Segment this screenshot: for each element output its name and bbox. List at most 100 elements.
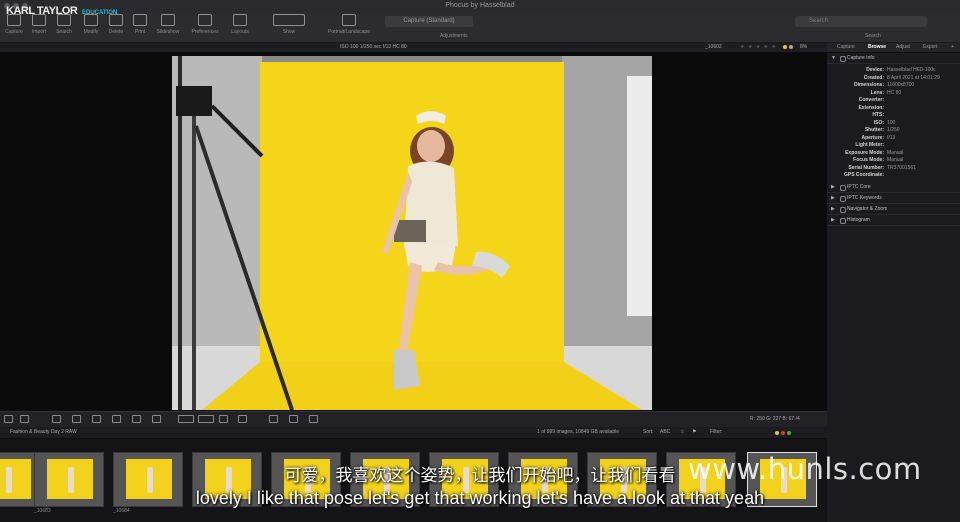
tab-adjust[interactable]: Adjust — [896, 43, 910, 52]
slideshow-icon — [161, 14, 175, 26]
tab-capture[interactable]: Capture — [837, 43, 855, 52]
histogram-header[interactable]: ▶ Histogram — [827, 215, 960, 226]
flag-icon[interactable] — [309, 415, 318, 423]
add-tab-icon[interactable]: + — [951, 43, 954, 52]
disclosure-open-icon[interactable]: ▼ — [831, 53, 836, 63]
capture-info-key: Converter: — [858, 97, 884, 103]
iptc-core-header[interactable]: ▶ IPTC Core — [827, 182, 960, 193]
image-filename: _10602 — [705, 44, 722, 50]
capture-info-row: GPS Coordinate: — [827, 172, 960, 179]
tab-browse[interactable]: Browse — [868, 43, 886, 52]
capture-info-key: Exposure Mode: — [845, 149, 884, 156]
straighten-icon[interactable] — [72, 415, 81, 423]
slideshow-button[interactable]: Slideshow — [154, 14, 182, 35]
capture-info-header[interactable]: ▼ Capture Info — [827, 53, 960, 64]
portrait-landscape-button[interactable]: Portrait/Landscape — [322, 14, 376, 35]
import-button[interactable]: Import — [25, 14, 53, 35]
capture-info-value: HC 80 — [887, 89, 902, 96]
next-image-icon[interactable] — [289, 415, 298, 423]
sort-dropdown[interactable]: ABC — [660, 427, 670, 438]
capture-button[interactable]: Capture — [0, 14, 28, 35]
loupe-icon[interactable] — [112, 415, 121, 423]
capture-info-row: Converter: — [827, 97, 960, 104]
capture-info-row: Device: Hasselblad H6D-100c — [827, 67, 960, 74]
compare-view-icon[interactable] — [238, 415, 247, 423]
hand-icon[interactable] — [132, 415, 141, 423]
browser-bar: Fashion & Beauty Day 2 RAW 1 of 999 imag… — [0, 427, 827, 438]
grid-view-icon[interactable] — [219, 415, 228, 423]
capture-info-value: 11600x8700 — [887, 82, 915, 88]
list-size-icon[interactable] — [198, 415, 214, 423]
thumb-size-icon[interactable] — [178, 415, 194, 423]
capture-info-row: Shutter: 1/250 — [827, 127, 960, 134]
capture-info-key: Serial Number: — [848, 164, 884, 171]
capture-info-key: Device: — [866, 67, 884, 73]
preferences-icon — [198, 14, 212, 26]
rgb-readout: R: 250 G: 227 B: 67 /4 — [750, 416, 800, 422]
disclosure-closed-icon[interactable]: ▶ — [831, 215, 835, 225]
disclosure-closed-icon[interactable]: ▶ — [831, 204, 835, 214]
logo: KARL TAYLOR — [6, 5, 78, 17]
capture-info-row: Dimensions: 11600x8700 — [827, 82, 960, 89]
album-name: Fashion & Beauty Day 2 RAW — [10, 429, 77, 435]
capture-info-row: Light Meter: — [827, 142, 960, 149]
recipe-dropdown[interactable]: Capture (Standard) — [385, 16, 473, 27]
subtitle-chinese: 可爱，我喜欢这个姿势，让我们开始吧，让我们看看 — [284, 466, 676, 486]
capture-info-row: Aperture: f/13 — [827, 135, 960, 142]
layouts-icon — [233, 14, 247, 26]
capture-info-key: HTS: — [872, 112, 884, 118]
picker-icon[interactable] — [92, 415, 101, 423]
print-button[interactable]: Print — [126, 14, 154, 35]
logo-subtitle: EDUCATION — [82, 10, 118, 16]
yellow-label-icon[interactable] — [783, 45, 787, 49]
preferences-button[interactable]: Preferences — [191, 14, 219, 35]
section-icon — [840, 185, 846, 191]
capture-info-row: Focus Mode: Manual — [827, 157, 960, 164]
layouts-button[interactable]: Layouts — [226, 14, 254, 35]
search-input[interactable]: Search — [795, 16, 927, 27]
crop-icon[interactable] — [52, 415, 61, 423]
view-mode-icon[interactable] — [4, 415, 13, 423]
capture-info-key: ISO: — [873, 119, 884, 126]
filter-label: Filter: — [710, 429, 723, 435]
capture-info-value: Hasselblad H6D-100c — [887, 67, 936, 73]
green-filter-icon[interactable] — [787, 431, 791, 435]
capture-info-row: Created: 8 April 2021 at 14:01:29 — [827, 75, 960, 82]
section-icon — [840, 196, 846, 202]
disclosure-closed-icon[interactable]: ▶ — [831, 182, 835, 192]
navigator-zoom-header[interactable]: ▶ Navigator & Zoom — [827, 204, 960, 215]
star-filter-icon[interactable]: ☆ — [680, 427, 684, 438]
previous-image-icon[interactable] — [269, 415, 278, 423]
capture-info-key: Shutter: — [864, 127, 884, 133]
capture-info-value: TR37001561 — [887, 164, 916, 171]
annotate-icon[interactable] — [152, 415, 161, 423]
tag-filter-icon[interactable]: ⚑ — [692, 427, 696, 438]
capture-info-value: 100 — [887, 119, 896, 126]
disclosure-closed-icon[interactable]: ▶ — [831, 193, 835, 203]
image-info-strip: ISO 100 1/250 sec f/13 HC 80 _10602 ★ ★ … — [0, 43, 827, 52]
adjustments-label: Adjustments — [440, 33, 468, 39]
search-label: Search — [865, 33, 881, 39]
yellow-filter-icon[interactable] — [775, 431, 779, 435]
tab-export[interactable]: Export — [923, 43, 937, 52]
capture-info-key: Aperture: — [861, 134, 884, 141]
label-icon[interactable] — [789, 45, 793, 49]
search-button[interactable]: Search — [50, 14, 78, 35]
capture-info-value: 1/250 — [887, 127, 900, 133]
red-filter-icon[interactable] — [781, 431, 785, 435]
show-button[interactable]: Show — [273, 14, 305, 35]
photo-illustration — [172, 56, 652, 410]
iptc-keywords-header[interactable]: ▶ IPTC Keywords — [827, 193, 960, 204]
inspector-tabs: Capture Browse Adjust Export + — [827, 43, 960, 52]
capture-info-row: ISO: 100 — [827, 120, 960, 127]
capture-info-key: Lens: — [870, 89, 884, 96]
main-photo[interactable] — [172, 56, 652, 410]
star-rating[interactable]: ★ ★ ★ ★ ★ — [740, 43, 777, 52]
print-icon — [133, 14, 147, 26]
capture-info-key: Light Meter: — [855, 142, 884, 148]
single-view-icon[interactable] — [20, 415, 29, 423]
capture-info-row: Serial Number: TR37001561 — [827, 165, 960, 172]
modify-button[interactable]: Modify — [77, 14, 105, 35]
capture-info-row: Lens: HC 80 — [827, 90, 960, 97]
section-icon — [840, 56, 846, 62]
